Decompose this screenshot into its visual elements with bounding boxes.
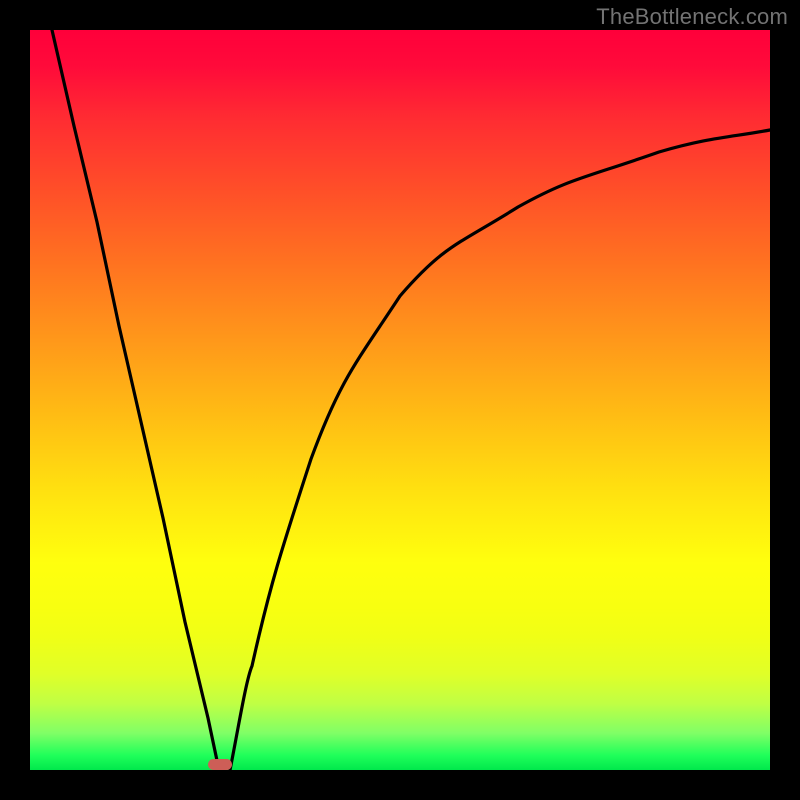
plot-area [30, 30, 770, 770]
optimum-marker [208, 759, 232, 770]
watermark-text: TheBottleneck.com [596, 4, 788, 30]
chart-frame: TheBottleneck.com [0, 0, 800, 800]
bottleneck-curve [30, 30, 770, 770]
curve-left-branch [52, 30, 219, 770]
curve-right-branch [230, 130, 770, 770]
